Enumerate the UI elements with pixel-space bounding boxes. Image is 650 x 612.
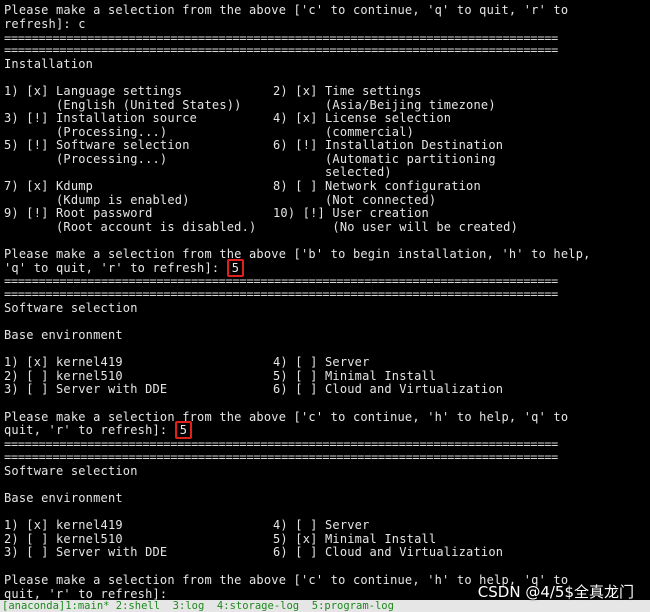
terminal-line: 7) [x] Kdump 8) [ ] Network configuration bbox=[4, 179, 481, 193]
terminal-line: 9) [!] Root password 10) [!] User creatio… bbox=[4, 206, 429, 220]
line-text: 2) [ ] kernel510 bbox=[4, 369, 123, 383]
terminal-line: Please make a selection from the above [… bbox=[4, 410, 568, 424]
terminal-line: refresh]: c bbox=[4, 17, 86, 31]
line-text: quit, 'r' to refresh]: bbox=[4, 423, 175, 437]
terminal-console[interactable]: Please make a selection from the above [… bbox=[0, 0, 650, 601]
terminal-line: Please make a selection from the above [… bbox=[4, 3, 568, 17]
terminal-line: 2) [ ] kernel510 5) [ ] Minimal Install bbox=[4, 369, 436, 383]
line-text: ========================================… bbox=[4, 287, 558, 301]
line-text-column2: 5) [x] Minimal Install bbox=[273, 532, 437, 546]
line-text-column2: 4) [ ] Server bbox=[273, 355, 370, 369]
line-text: Please make a selection from the above [… bbox=[4, 410, 569, 424]
separator-line: ========================================… bbox=[4, 43, 558, 57]
line-text-column2: 8) [ ] Network configuration bbox=[273, 179, 481, 193]
line-text: (English (United States)) bbox=[4, 98, 242, 112]
terminal-line: Installation bbox=[4, 57, 93, 71]
line-text: ========================================… bbox=[4, 450, 558, 464]
terminal-line: 1) [x] kernel419 4) [ ] Server bbox=[4, 518, 369, 532]
line-text: 3) [!] Installation source bbox=[4, 111, 198, 125]
terminal-line: Base environment bbox=[4, 328, 123, 342]
line-text: ========================================… bbox=[4, 274, 558, 288]
line-text: ========================================… bbox=[4, 43, 558, 57]
line-text: 2) [ ] kernel510 bbox=[4, 532, 123, 546]
line-text: Installation bbox=[4, 57, 94, 71]
line-text: Base environment bbox=[4, 328, 123, 342]
line-text-column2: (commercial) bbox=[273, 125, 415, 139]
separator-line: ========================================… bbox=[4, 437, 558, 451]
terminal-line: 2) [ ] kernel510 5) [x] Minimal Install bbox=[4, 532, 436, 546]
terminal-line: Software selection bbox=[4, 301, 138, 315]
line-text: 9) [!] Root password bbox=[4, 206, 153, 220]
terminal-line: 3) [ ] Server with DDE 6) [ ] Cloud and V… bbox=[4, 382, 503, 396]
line-text-column2: 10) [!] User creation bbox=[273, 206, 429, 220]
line-text: Software selection bbox=[4, 464, 138, 478]
line-text-column2: selected) bbox=[273, 165, 392, 179]
separator-line: ========================================… bbox=[4, 450, 558, 464]
line-text-column2: 5) [ ] Minimal Install bbox=[273, 369, 437, 383]
separator-line: ========================================… bbox=[4, 287, 558, 301]
line-text: 'q' to quit, 'r' to refresh]: bbox=[4, 261, 227, 275]
terminal-line: quit, 'r' to refresh]: 5 bbox=[4, 421, 193, 439]
line-text: ========================================… bbox=[4, 437, 558, 451]
terminal-line: (English (United States)) (Asia/Beijing … bbox=[4, 98, 496, 112]
terminal-line: Please make a selection from the above [… bbox=[4, 247, 591, 261]
line-text: (Processing...) bbox=[4, 152, 168, 166]
line-text: Software selection bbox=[4, 301, 138, 315]
line-text: 1) [x] kernel419 bbox=[4, 518, 123, 532]
terminal-line: 5) [!] Software selection 6) [!] Installa… bbox=[4, 138, 503, 152]
terminal-line: (Kdump is enabled) (Not connected) bbox=[4, 193, 436, 207]
line-text-column2: 6) [!] Installation Destination bbox=[273, 138, 504, 152]
line-text: Please make a selection from the above [… bbox=[4, 3, 569, 17]
line-text-column2: 4) [x] License selection bbox=[273, 111, 452, 125]
terminal-line: 'q' to quit, 'r' to refresh]: 5 bbox=[4, 259, 245, 277]
terminal-line: quit, 'r' to refresh]: bbox=[4, 587, 167, 601]
separator-line: ========================================… bbox=[4, 274, 558, 288]
terminal-line: 3) [ ] Server with DDE 6) [ ] Cloud and V… bbox=[4, 545, 503, 559]
line-text-column2: (Automatic partitioning bbox=[273, 152, 496, 166]
line-text-column2: (Asia/Beijing timezone) bbox=[273, 98, 496, 112]
line-text: (Root account is disabled.) bbox=[4, 220, 257, 234]
terminal-line: (Root account is disabled.) (No user wil… bbox=[4, 220, 518, 234]
line-text: 3) [ ] Server with DDE bbox=[4, 382, 168, 396]
line-text: quit, 'r' to refresh]: bbox=[4, 587, 168, 601]
terminal-line: Software selection bbox=[4, 464, 138, 478]
terminal-line: (Processing...) (commercial) bbox=[4, 125, 414, 139]
line-text-column2: 6) [ ] Cloud and Virtualization bbox=[273, 382, 504, 396]
line-text-column2: 4) [ ] Server bbox=[273, 518, 370, 532]
line-text: 5) [!] Software selection bbox=[4, 138, 190, 152]
status-windows[interactable]: [anaconda]1:main* 2:shell 3:log 4:storag… bbox=[2, 600, 394, 612]
line-text: 3) [ ] Server with DDE bbox=[4, 545, 168, 559]
line-text: 1) [x] kernel419 bbox=[4, 355, 123, 369]
line-text-column2: 6) [ ] Cloud and Virtualization bbox=[273, 545, 504, 559]
line-text: 7) [x] Kdump bbox=[4, 179, 94, 193]
line-text-column2: 2) [x] Time settings bbox=[273, 84, 422, 98]
line-text: Base environment bbox=[4, 491, 123, 505]
terminal-line: Base environment bbox=[4, 491, 123, 505]
terminal-line: 1) [x] kernel419 4) [ ] Server bbox=[4, 355, 369, 369]
line-text: (Processing...) bbox=[4, 125, 168, 139]
terminal-line: 3) [!] Installation source 4) [x] License… bbox=[4, 111, 451, 125]
line-text: 1) [x] Language settings bbox=[4, 84, 183, 98]
line-text: (Kdump is enabled) bbox=[4, 193, 190, 207]
line-text: Please make a selection from the above [… bbox=[4, 247, 591, 261]
watermark: CSDN @4/5$全真龙门 bbox=[477, 583, 634, 601]
terminal-line: 1) [x] Language settings 2) [x] Time sett… bbox=[4, 84, 421, 98]
line-text: refresh]: c bbox=[4, 17, 86, 31]
terminal-line: (Processing...) (Automatic partitioning bbox=[4, 152, 496, 166]
line-text-column2: (No user will be created) bbox=[273, 220, 519, 234]
line-text-column2: (Not connected) bbox=[273, 193, 437, 207]
